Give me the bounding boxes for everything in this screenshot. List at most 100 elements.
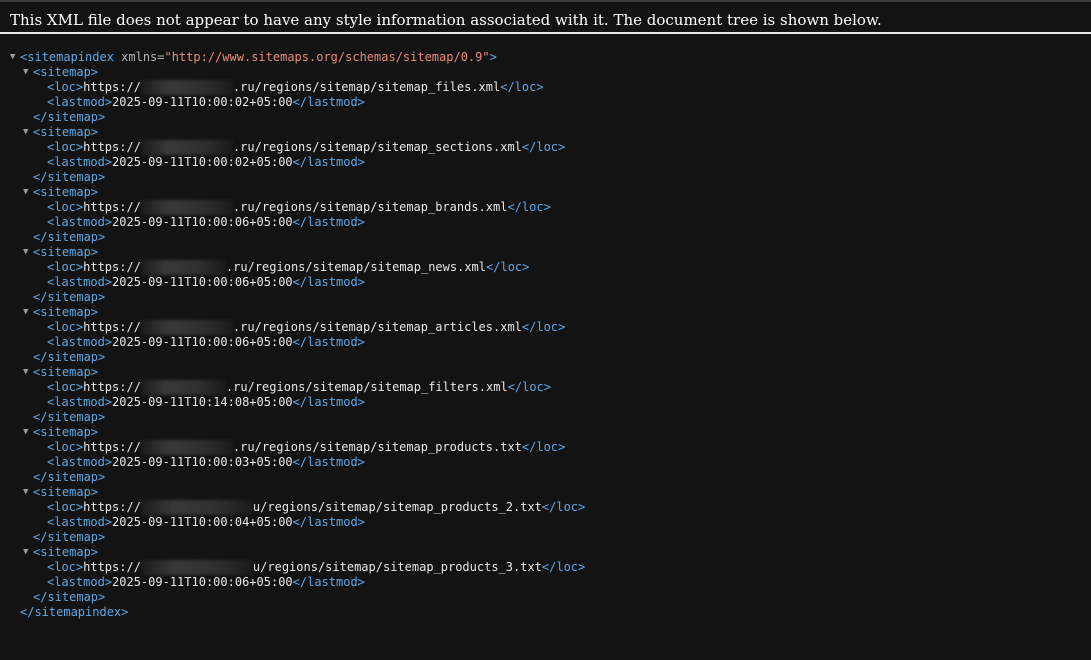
lastmod-value: 2025-09-11T10:00:02+05:00 <box>112 155 293 169</box>
sitemap-close-line: </sitemap> <box>0 470 1091 485</box>
lastmod-line: <lastmod>2025-09-11T10:00:04+05:00</last… <box>0 515 1091 530</box>
loc-close-tag: </loc> <box>486 260 530 274</box>
lastmod-close-tag: </lastmod> <box>292 455 365 469</box>
sitemap-open-line: ▼ <sitemap> <box>0 485 1091 500</box>
redacted-domain <box>140 440 233 455</box>
collapse-triangle-icon[interactable]: ▼ <box>23 245 33 260</box>
lastmod-open-tag: <lastmod> <box>47 215 113 229</box>
sitemap-entries: ▼ <sitemap> <loc>https://.ru/regions/sitem… <box>0 65 1091 605</box>
lastmod-open-tag: <lastmod> <box>47 155 113 169</box>
redacted-domain <box>140 560 253 575</box>
collapse-triangle-icon[interactable]: ▼ <box>23 65 33 80</box>
loc-close-tag: </loc> <box>541 560 586 574</box>
loc-open-tag: <loc> <box>47 260 84 274</box>
collapse-triangle-icon[interactable]: ▼ <box>23 545 33 560</box>
xml-info-banner: This XML file does not appear to have an… <box>0 2 1091 34</box>
lastmod-value: 2025-09-11T10:00:03+05:00 <box>112 455 293 469</box>
sitemap-open-line: ▼ <sitemap> <box>0 545 1091 560</box>
lastmod-line: <lastmod>2025-09-11T10:00:03+05:00</last… <box>0 455 1091 470</box>
lastmod-line: <lastmod>2025-09-11T10:00:06+05:00</last… <box>0 575 1091 590</box>
loc-line: <loc>https:// .ru/regions/sitemap/sitemap… <box>0 440 1091 455</box>
collapse-triangle-icon[interactable]: ▼ <box>23 425 33 440</box>
loc-line: <loc>https:// .ru/regions/sitemap/sitemap… <box>0 260 1091 275</box>
loc-open-tag: <loc> <box>47 320 84 334</box>
lastmod-close-tag: </lastmod> <box>292 515 365 529</box>
loc-url-prefix: https:// <box>83 440 141 454</box>
loc-line: <loc>https:// .ru/regions/sitemap/sitemap… <box>0 380 1091 395</box>
sitemap-open-tag: <sitemap> <box>33 185 99 199</box>
lastmod-close-tag: </lastmod> <box>292 395 365 409</box>
redacted-domain <box>140 260 226 275</box>
collapse-triangle-icon[interactable]: ▼ <box>10 50 20 65</box>
lastmod-line: <lastmod>2025-09-11T10:00:06+05:00</last… <box>0 275 1091 290</box>
lastmod-value: 2025-09-11T10:00:06+05:00 <box>112 575 293 589</box>
sitemap-entry: ▼ <sitemap> <loc>https:// .ru/regions/sitem… <box>0 425 1091 485</box>
loc-url-prefix: https:// <box>83 200 141 214</box>
sitemap-open-tag: <sitemap> <box>33 365 99 379</box>
loc-line: <loc>https:// .ru/regions/sitemap/sitemap… <box>0 200 1091 215</box>
sitemap-open-tag: <sitemap> <box>33 425 99 439</box>
lastmod-value: 2025-09-11T10:00:06+05:00 <box>112 275 293 289</box>
sitemap-close-tag: </sitemap> <box>33 290 106 304</box>
lastmod-value: 2025-09-11T10:00:06+05:00 <box>112 335 293 349</box>
redacted-domain <box>140 500 253 515</box>
lastmod-open-tag: <lastmod> <box>47 455 113 469</box>
sitemap-entry: ▼ <sitemap> <loc>https:// .ru/regions/sitem… <box>0 125 1091 185</box>
loc-close-tag: </loc> <box>521 320 566 334</box>
collapse-triangle-icon[interactable]: ▼ <box>23 185 33 200</box>
sitemapindex-close-line: </sitemapindex> <box>0 605 1091 620</box>
loc-open-tag: <loc> <box>47 500 84 514</box>
loc-close-tag: </loc> <box>500 80 544 94</box>
loc-url-prefix: https:// <box>83 260 141 274</box>
sitemap-close-line: </sitemap> <box>0 410 1091 425</box>
lastmod-value: 2025-09-11T10:00:04+05:00 <box>112 515 293 529</box>
loc-open-tag: <loc> <box>47 440 84 454</box>
loc-close-tag: </loc> <box>521 140 566 154</box>
xml-document-tree: ▼ <sitemapindex xmlns="http://www.sitemap… <box>0 50 1091 620</box>
lastmod-open-tag: <lastmod> <box>47 95 113 109</box>
sitemap-close-tag: </sitemap> <box>33 410 106 424</box>
loc-line: <loc>https:// .ru/regions/sitemap/sitemap… <box>0 80 1091 95</box>
sitemap-close-line: </sitemap> <box>0 350 1091 365</box>
loc-url-prefix: https:// <box>83 140 141 154</box>
loc-line: <loc>https:// u/regions/sitemap/sitemap_p… <box>0 560 1091 575</box>
lastmod-close-tag: </lastmod> <box>292 215 365 229</box>
lastmod-close-tag: </lastmod> <box>292 155 365 169</box>
sitemap-close-tag: </sitemap> <box>33 470 106 484</box>
sitemap-open-line: ▼ <sitemap> <box>0 125 1091 140</box>
loc-url-suffix: u/regions/sitemap/sitemap_products_3.txt <box>252 560 542 574</box>
sitemap-open-tag: <sitemap> <box>33 245 99 259</box>
lastmod-close-tag: </lastmod> <box>292 95 365 109</box>
sitemap-close-tag: </sitemap> <box>33 350 106 364</box>
sitemap-open-tag: <sitemap> <box>33 65 99 79</box>
sitemap-close-line: </sitemap> <box>0 110 1091 125</box>
lastmod-value: 2025-09-11T10:14:08+05:00 <box>112 395 293 409</box>
sitemap-entry: ▼ <sitemap> <loc>https:// .ru/regions/sitem… <box>0 365 1091 425</box>
sitemap-entry: ▼ <sitemap> <loc>https:// .ru/regions/sitem… <box>0 245 1091 305</box>
collapse-triangle-icon[interactable]: ▼ <box>23 485 33 500</box>
loc-open-tag: <loc> <box>47 200 84 214</box>
collapse-triangle-icon[interactable]: ▼ <box>23 305 33 320</box>
loc-close-tag: </loc> <box>521 440 566 454</box>
sitemap-close-line: </sitemap> <box>0 590 1091 605</box>
sitemap-entry: ▼ <sitemap> <loc>https:// u/regions/sitemap… <box>0 485 1091 545</box>
sitemap-close-tag: </sitemap> <box>33 230 106 244</box>
lastmod-open-tag: <lastmod> <box>47 275 113 289</box>
loc-url-suffix: .ru/regions/sitemap/sitemap_news.xml <box>225 260 487 274</box>
sitemap-open-tag: <sitemap> <box>33 305 99 319</box>
collapse-triangle-icon[interactable]: ▼ <box>23 365 33 380</box>
lastmod-close-tag: </lastmod> <box>292 335 365 349</box>
loc-close-tag: </loc> <box>541 500 586 514</box>
loc-close-tag: </loc> <box>507 200 551 214</box>
collapse-triangle-icon[interactable]: ▼ <box>23 125 33 140</box>
redacted-domain <box>140 140 233 155</box>
xmlns-attr-name: xmlns= <box>113 50 165 64</box>
sitemap-close-line: </sitemap> <box>0 530 1091 545</box>
redacted-domain <box>140 380 226 395</box>
sitemap-open-tag: <sitemap> <box>33 485 99 499</box>
sitemap-entry: ▼ <sitemap> <loc>https:// u/regions/sitemap… <box>0 545 1091 605</box>
sitemap-open-tag: <sitemap> <box>33 125 99 139</box>
lastmod-line: <lastmod>2025-09-11T10:00:06+05:00</last… <box>0 335 1091 350</box>
sitemap-close-tag: </sitemap> <box>33 170 106 184</box>
loc-url-suffix: .ru/regions/sitemap/sitemap_sections.xml <box>232 140 522 154</box>
